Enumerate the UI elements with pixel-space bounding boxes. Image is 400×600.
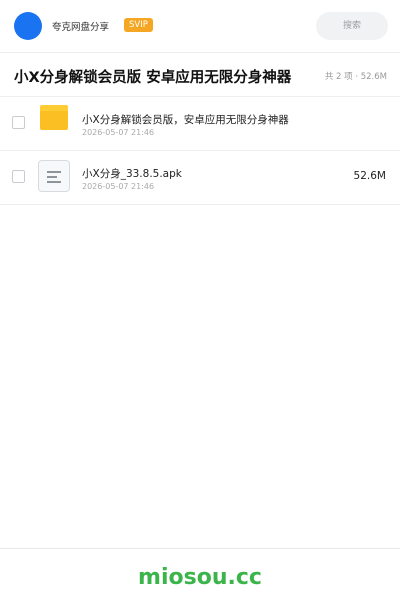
- file-date: 2026-05-07 21:46: [82, 182, 155, 191]
- footer-brand[interactable]: miosou.cc: [0, 565, 400, 590]
- file-name[interactable]: 小X分身_33.8.5.apk: [82, 166, 182, 181]
- file-name[interactable]: 小X分身解锁会员版，安卓应用无限分身神器: [82, 112, 289, 127]
- title-row: 小X分身解锁会员版 安卓应用无限分身神器 共 2 项 · 52.6M: [0, 52, 400, 96]
- file-row-folder[interactable]: 小X分身解锁会员版，安卓应用无限分身神器 2026-05-07 21:46: [0, 96, 400, 150]
- top-header: 夸克网盘分享 SVIP 搜索: [0, 0, 400, 52]
- search-input[interactable]: 搜索: [316, 12, 388, 40]
- file-date: 2026-05-07 21:46: [82, 128, 155, 137]
- share-summary: 共 2 项 · 52.6M: [324, 72, 387, 82]
- svip-badge: SVIP: [124, 18, 153, 32]
- footer: miosou.cc: [0, 548, 400, 600]
- row-divider: [0, 204, 400, 205]
- file-row-apk[interactable]: 小X分身_33.8.5.apk 2026-05-07 21:46 52.6M: [0, 150, 400, 204]
- page-title: 小X分身解锁会员版 安卓应用无限分身神器: [14, 70, 292, 86]
- avatar[interactable]: [14, 12, 42, 40]
- select-checkbox[interactable]: [12, 116, 25, 129]
- select-checkbox[interactable]: [12, 170, 25, 183]
- file-size: 52.6M: [353, 170, 386, 182]
- user-name: 夸克网盘分享: [52, 22, 110, 33]
- file-document-icon: [38, 160, 70, 192]
- folder-icon: [40, 105, 68, 130]
